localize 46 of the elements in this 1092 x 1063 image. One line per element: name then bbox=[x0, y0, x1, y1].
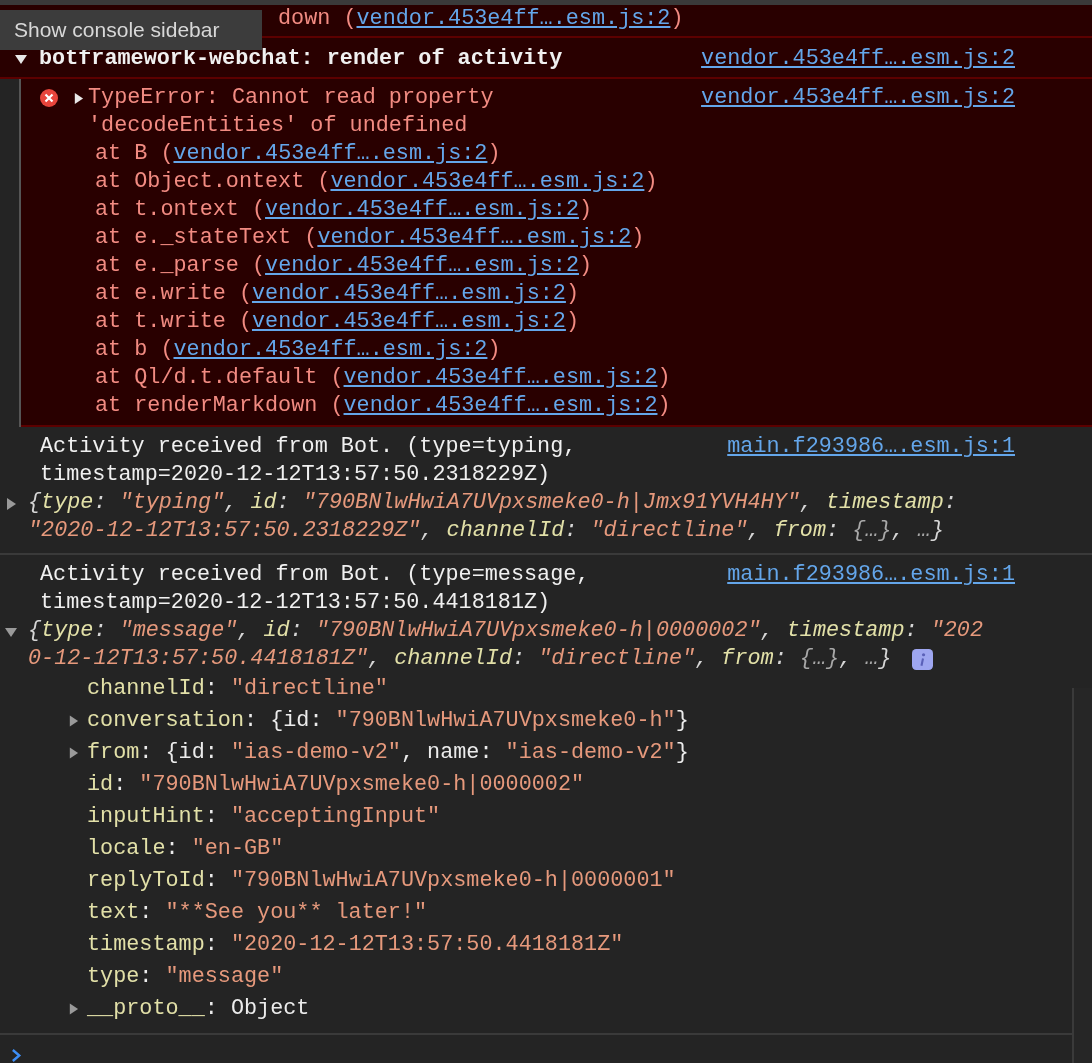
log-message: Activity received from Bot. (type=message, timestamp=2020-12-12T13:57:50.4418181Z) bbox=[40, 562, 590, 615]
source-link[interactable]: vendor.453e4ff….esm.js:2 bbox=[265, 253, 579, 278]
stack-trace-line: at e.write (vendor.453e4ff….esm.js:2) bbox=[94, 280, 580, 308]
object-preview[interactable]: {type: "typing", id: "790BNlwHwiA7UVpxsmeke0-h|Jmx91YVH4HY", timestamp: "2020-12-12T13:57:50.2318229Z", channelId: "directline", from: {…}, …} bbox=[28, 489, 996, 545]
tooltip: Show console sidebar bbox=[0, 10, 262, 50]
property-text: replyToId: "790BNlwHwiA7UVpxsmeke0-h|0000001" bbox=[87, 867, 676, 895]
collapse-icon[interactable] bbox=[15, 53, 27, 65]
property-text: id: "790BNlwHwiA7UVpxsmeke0-h|0000002" bbox=[87, 771, 585, 799]
property-text: conversation: {id: "790BNlwHwiA7UVpxsmeke0-h"} bbox=[87, 707, 689, 735]
property-text: channelId: "directline" bbox=[87, 675, 388, 703]
stack-trace-line: down (vendor.453e4ff….esm.js:2) bbox=[278, 5, 684, 33]
source-link[interactable]: vendor.453e4ff….esm.js:2 bbox=[251, 281, 566, 306]
stack-trace-line: at e._parse (vendor.453e4ff….esm.js:2) bbox=[94, 252, 594, 280]
source-link[interactable]: vendor.453e4ff….esm.js:2 bbox=[317, 225, 632, 250]
source-link[interactable]: vendor.453e4ff….esm.js:2 bbox=[173, 337, 488, 362]
source-link[interactable]: vendor.453e4ff….esm.js:2 bbox=[265, 197, 579, 222]
object-preview[interactable]: {type: "message", id: "790BNlwHwiA7UVpxsmeke0-h|0000002", timestamp: "2020-12-12T13:57:50.4418181Z", channelId: "directline", from: {…}, …} bbox=[28, 617, 996, 673]
source-link[interactable]: vendor.453e4ff….esm.js:2 bbox=[356, 6, 671, 31]
log-message: Activity received from Bot. (type=typing, timestamp=2020-12-12T13:57:50.2318229Z) bbox=[40, 434, 577, 487]
property-text: text: "**See you** later!" bbox=[87, 899, 428, 927]
source-link[interactable]: vendor.453e4ff….esm.js:2 bbox=[343, 393, 658, 418]
property-text: __proto__: Object bbox=[87, 995, 310, 1023]
stack-trace-line: at Object.ontext (vendor.453e4ff….esm.js:2) bbox=[94, 168, 659, 196]
expand-icon[interactable] bbox=[73, 92, 84, 104]
source-link[interactable]: main.f293986….esm.js:1 bbox=[727, 433, 1015, 489]
source-link[interactable]: vendor.453e4ff….esm.js:2 bbox=[701, 45, 1015, 73]
source-link[interactable]: vendor.453e4ff….esm.js:2 bbox=[343, 365, 658, 390]
stack-trace-line: at renderMarkdown (vendor.453e4ff….esm.js:2) bbox=[94, 392, 672, 420]
property-text: inputHint: "acceptingInput" bbox=[87, 803, 441, 831]
source-link[interactable]: main.f293986….esm.js:1 bbox=[727, 561, 1015, 617]
stack-trace-line: at t.ontext (vendor.453e4ff….esm.js:2) bbox=[94, 196, 594, 224]
stack-trace-line: at t.write (vendor.453e4ff….esm.js:2) bbox=[94, 308, 580, 336]
property-text: timestamp: "2020-12-12T13:57:50.4418181Z" bbox=[87, 931, 624, 959]
source-link[interactable]: vendor.453e4ff….esm.js:2 bbox=[701, 84, 1015, 112]
property-text: type: "message" bbox=[87, 963, 284, 991]
stack-trace-line: at B (vendor.453e4ff….esm.js:2) bbox=[94, 140, 502, 168]
stack-trace-line: at b (vendor.453e4ff….esm.js:2) bbox=[94, 336, 502, 364]
property-text: from: {id: "ias-demo-v2", name: "ias-demo-v2"} bbox=[87, 739, 689, 767]
stack-trace-line: at Ql/d.t.default (vendor.453e4ff….esm.js:2) bbox=[94, 364, 672, 392]
stack-trace-line: at e._stateText (vendor.453e4ff….esm.js:2) bbox=[94, 224, 646, 252]
source-link[interactable]: vendor.453e4ff….esm.js:2 bbox=[251, 309, 566, 334]
property-text: locale: "en-GB" bbox=[87, 835, 284, 863]
source-link[interactable]: vendor.453e4ff….esm.js:2 bbox=[330, 169, 645, 194]
prompt-icon bbox=[11, 1047, 22, 1063]
error-icon bbox=[39, 88, 59, 108]
source-link[interactable]: vendor.453e4ff….esm.js:2 bbox=[173, 141, 488, 166]
